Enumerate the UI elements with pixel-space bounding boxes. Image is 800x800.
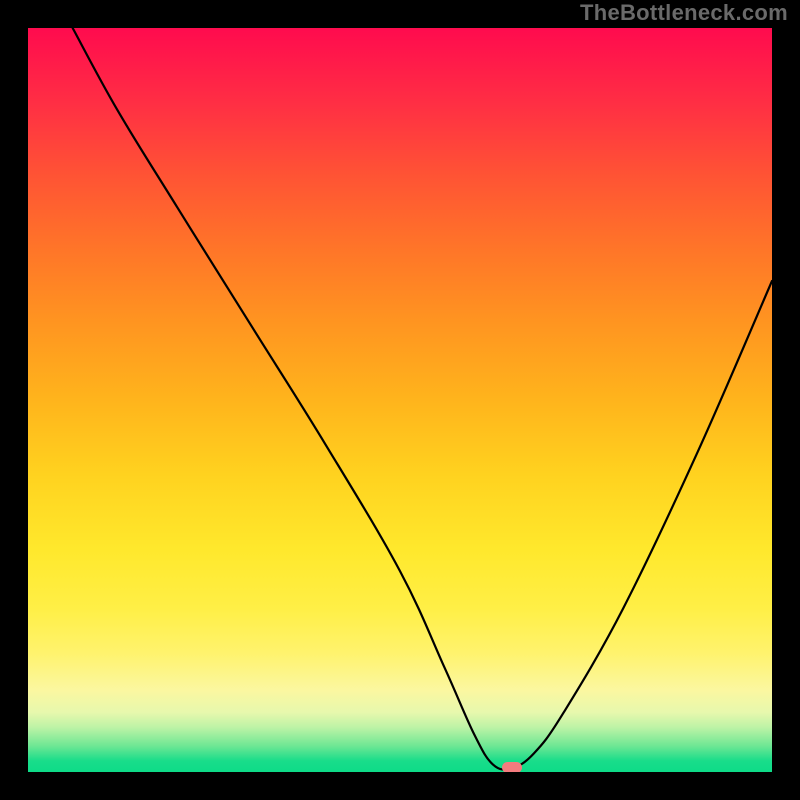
optimum-marker: [502, 762, 522, 772]
plot-area: [28, 28, 772, 772]
curve-path: [73, 28, 772, 770]
chart-frame: TheBottleneck.com: [0, 0, 800, 800]
bottleneck-curve: [28, 28, 772, 772]
watermark-text: TheBottleneck.com: [580, 0, 788, 26]
